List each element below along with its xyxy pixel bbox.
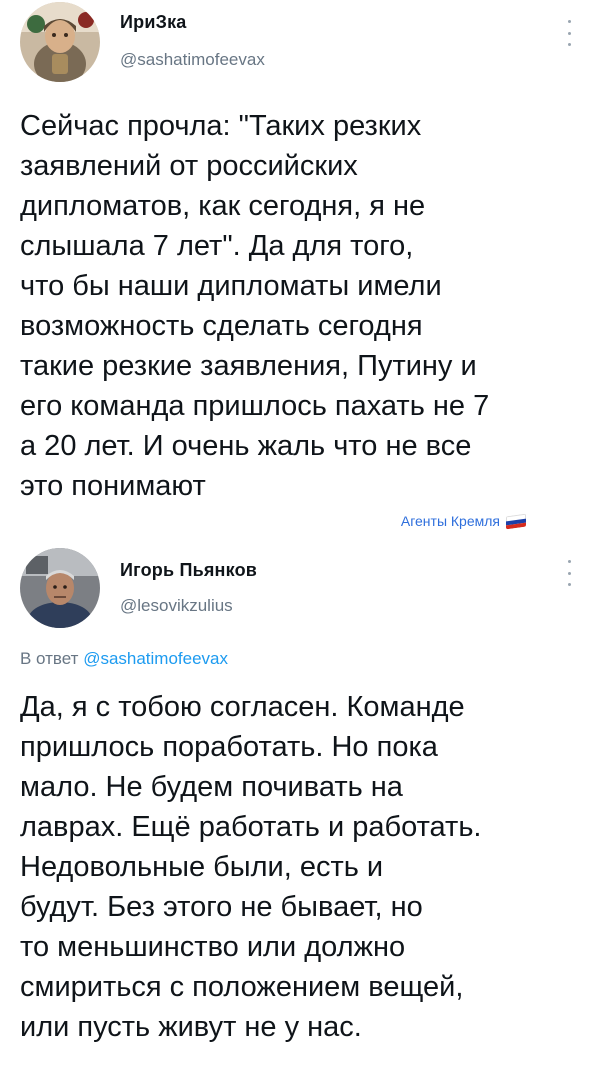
tweet-text: Да, я с тобою согласен. Команде пришлось…	[20, 691, 482, 1043]
russian-flag-icon	[506, 513, 526, 529]
author-handle[interactable]: @sashatimofeevax	[120, 50, 265, 70]
tweet-card: ИриЗка @sashatimofeevax Сейчас прочла: "…	[0, 0, 598, 542]
watermark-label: Агенты Кремля	[400, 513, 500, 529]
author-name[interactable]: ИриЗка	[120, 12, 187, 33]
avatar-image	[20, 548, 100, 628]
reply-prefix: В ответ	[20, 649, 79, 668]
more-vertical-icon[interactable]	[566, 20, 572, 46]
reply-context: В ответ @sashatimofeevax	[20, 649, 228, 669]
reply-tweet-card: Игорь Пьянков @lesovikzulius В ответ @sa…	[0, 542, 598, 1080]
tweet-text: Сейчас прочла: "Таких резких заявлений о…	[20, 110, 490, 502]
avatar[interactable]	[20, 548, 100, 628]
author-name[interactable]: Игорь Пьянков	[120, 560, 257, 581]
avatar-image	[20, 2, 100, 82]
watermark: Агенты Кремля	[401, 513, 526, 529]
author-handle[interactable]: @lesovikzulius	[120, 596, 233, 616]
more-vertical-icon[interactable]	[566, 560, 572, 586]
avatar[interactable]	[20, 2, 100, 82]
reply-handle-link[interactable]: @sashatimofeevax	[83, 649, 228, 668]
